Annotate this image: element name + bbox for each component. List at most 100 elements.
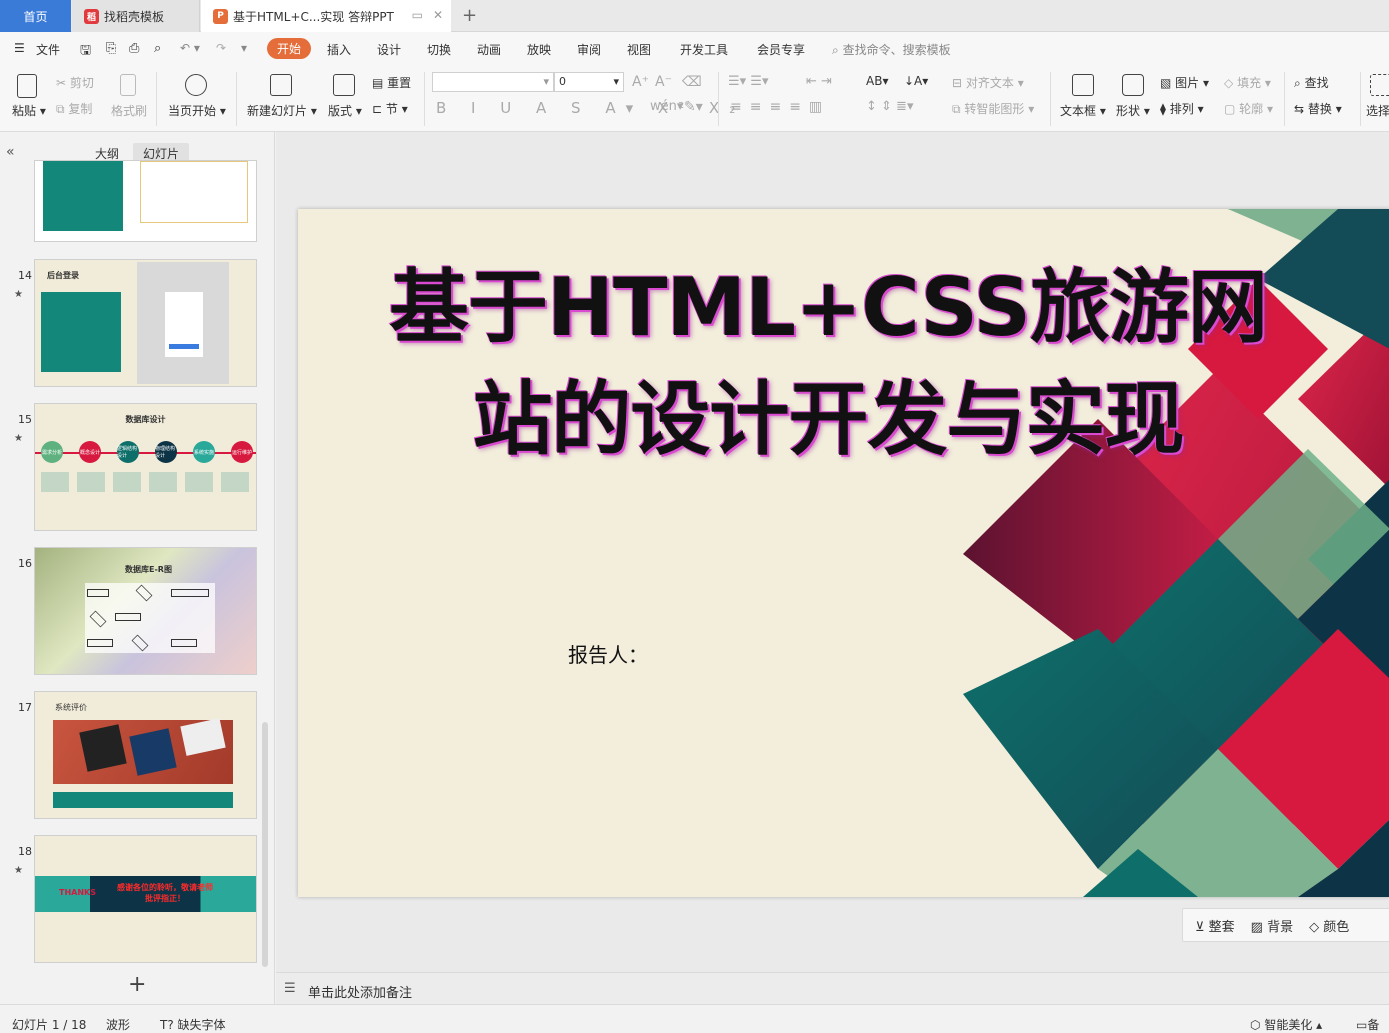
phonetic-icon[interactable]: wén▾ [650, 99, 683, 114]
cut-button[interactable]: ✂ 剪切 [56, 74, 94, 91]
ppt-icon: P [213, 8, 228, 24]
monitor-icon[interactable]: ▭ [412, 8, 423, 22]
reset-button[interactable]: ▤ 重置 [372, 74, 411, 91]
highlight-icon[interactable]: ✎▾ [684, 99, 703, 115]
background-label: 背景 [1267, 919, 1294, 935]
slide-title-line-1[interactable]: 基于HTML+CSS旅游网 [298, 243, 1358, 359]
missing-font-button[interactable]: T? 缺失字体 [160, 1016, 226, 1033]
font-shrink-icon[interactable]: A⁻ [655, 74, 672, 90]
thumbnail-16[interactable]: 16 数据库E-R图 [14, 547, 260, 675]
align-text-button[interactable]: ⊟ 对齐文本 ▾ [952, 74, 1024, 91]
smart-beautify-label: 智能美化 [1264, 1018, 1313, 1032]
star-icon: ★ [14, 865, 23, 876]
menu-view[interactable]: 视图 [627, 41, 651, 58]
new-slide-button[interactable]: 新建幻灯片 ▾ [247, 102, 317, 119]
menu-transition[interactable]: 切换 [427, 41, 451, 58]
format-painter-button[interactable]: 格式刷 [111, 102, 147, 119]
picture-button[interactable]: ▧ 图片 ▾ [1160, 74, 1209, 91]
find-button[interactable]: ⌕ 查找 [1294, 74, 1329, 91]
smart-shape-button[interactable]: ⧉ 转智能图形 ▾ [952, 100, 1034, 117]
thumbnail-13[interactable] [14, 160, 260, 242]
redo-icon[interactable]: ↷ [216, 41, 226, 55]
hamburger-icon[interactable]: ☰ [14, 41, 25, 55]
backup-button[interactable]: ▭备 [1356, 1016, 1379, 1033]
slide-tools: ⊻ 整套 ▨ 背景 ◇ 颜色 [1182, 908, 1389, 942]
preview-icon[interactable]: ⌕ [154, 41, 161, 56]
paragraph-align-buttons[interactable]: ≡≡≡≡▥ [730, 99, 830, 115]
layout-button[interactable]: 版式 ▾ [328, 102, 362, 119]
menu-member[interactable]: 会员专享 [757, 41, 805, 58]
thumbnail-title: 数据库E-R图 [125, 565, 172, 574]
thumbnail-title: 后台登录 [47, 271, 79, 280]
menu-file[interactable]: 文件 [36, 41, 60, 58]
command-search[interactable]: ⌕ 查找命令、搜索模板 [832, 41, 951, 58]
thumbnail-thanks-text: 感谢各位的聆听，敬请老师批评指正！ [117, 883, 213, 903]
paste-button[interactable]: 粘贴 ▾ [12, 102, 46, 119]
sort-icon[interactable]: ↓A▾ [904, 74, 928, 88]
tab-home[interactable]: 首页 [0, 0, 71, 32]
font-size-select[interactable]: 0 ▾ [554, 72, 624, 92]
menu-design[interactable]: 设计 [377, 41, 401, 58]
slide-title-line-2[interactable]: 站的设计开发与实现 [298, 355, 1358, 471]
bullet-list-icon[interactable]: ☰▾ ☰▾ [728, 74, 769, 89]
customize-icon[interactable]: ▾ [241, 41, 247, 55]
outline-button[interactable]: ▢ 轮廓 ▾ [1224, 100, 1273, 117]
tab-document[interactable]: P 基于HTML+C...实现 答辩PPT ▭ ✕ [201, 0, 451, 32]
circle-node: 需求分析 [41, 441, 63, 463]
theme-name[interactable]: 波形 [106, 1016, 130, 1033]
color-button[interactable]: ◇ 颜色 [1309, 916, 1349, 935]
collapse-panel-icon[interactable]: « [6, 144, 15, 160]
undo-icon[interactable]: ↶ ▾ [180, 41, 200, 55]
background-button[interactable]: ▨ 背景 [1251, 916, 1293, 935]
section-button[interactable]: ⊏ 节 ▾ [372, 100, 408, 117]
layout-icon [333, 74, 355, 96]
menu-animation[interactable]: 动画 [477, 41, 501, 58]
fill-icon: ◇ [1224, 76, 1234, 90]
add-slide-button[interactable]: + [128, 972, 146, 997]
current-slide[interactable]: 基于HTML+CSS旅游网 站的设计开发与实现 报告人： [298, 209, 1389, 897]
select-button[interactable]: 选择 [1366, 102, 1389, 119]
from-current-button[interactable]: 当页开始 ▾ [168, 102, 226, 119]
picture-icon: ▧ [1160, 76, 1172, 90]
full-set-button[interactable]: ⊻ 整套 [1195, 916, 1235, 935]
fill-button[interactable]: ◇ 填充 ▾ [1224, 74, 1271, 91]
circle-node: 物理结构设计 [155, 441, 177, 463]
spacing-icons[interactable]: ↕ ⇕ ≣▾ [866, 99, 913, 114]
copy-button[interactable]: ⧉ 复制 [56, 100, 92, 117]
ribbon-divider [718, 72, 719, 126]
print-icon[interactable]: ⎙ [129, 41, 139, 56]
font-grow-icon[interactable]: A⁺ [632, 74, 649, 90]
font-family-select[interactable]: ▾ [432, 72, 554, 92]
text-direction-icon[interactable]: AB▾ [866, 74, 888, 88]
notes-area[interactable]: ☰ 单击此处添加备注 [276, 972, 1389, 1004]
reporter-label[interactable]: 报告人： [568, 639, 648, 668]
export-icon[interactable]: ⎘ [106, 41, 116, 56]
fill-label: 填充 [1237, 76, 1262, 90]
thumbnail-17[interactable]: 17 系统评价 [14, 691, 260, 819]
new-slide-label: 新建幻灯片 [247, 104, 308, 118]
tab-document-label: 基于HTML+C...实现 答辩PPT [233, 9, 394, 24]
menu-bar: ☰ 文件 🖫 ⎘ ⎙ ⌕ ↶ ▾ ↷ ▾ 开始 插入 设计 切换 动画 放映 审… [0, 32, 1389, 66]
menu-review[interactable]: 审阅 [577, 41, 601, 58]
docer-icon: 稻 [84, 8, 99, 24]
indent-icons[interactable]: ⇤ ⇥ [806, 74, 832, 89]
clear-format-icon[interactable]: ⌫ [682, 74, 702, 90]
close-icon[interactable]: ✕ [433, 8, 443, 22]
menu-slideshow[interactable]: 放映 [527, 41, 551, 58]
arrange-button[interactable]: ⧫ 排列 ▾ [1160, 100, 1204, 117]
menu-home[interactable]: 开始 [267, 38, 312, 59]
thumbnail-18[interactable]: 18 ★ THANKS 感谢各位的聆听，敬请老师批评指正！ [14, 835, 260, 963]
replace-button[interactable]: ⇆ 替换 ▾ [1294, 100, 1342, 117]
smart-beautify-button[interactable]: ⬡ 智能美化 ▴ [1250, 1016, 1322, 1033]
text-box-button[interactable]: 文本框 ▾ [1060, 102, 1106, 119]
tab-templates[interactable]: 稻 找稻壳模板 [72, 0, 200, 32]
menu-developer[interactable]: 开发工具 [680, 41, 728, 58]
save-icon[interactable]: 🖫 [80, 41, 91, 63]
thumbnail-14[interactable]: 14 ★ 后台登录 [14, 259, 260, 387]
new-tab-button[interactable]: + [462, 5, 477, 26]
menu-insert[interactable]: 插入 [327, 41, 351, 58]
thumbnail-15[interactable]: 15 ★ 数据库设计 需求分析 概念设计 逻辑结构设计 物理结构设计 系统实施 … [14, 403, 260, 531]
panel-scrollbar[interactable] [262, 722, 268, 967]
arrange-icon: ⧫ [1160, 102, 1166, 116]
shape-button[interactable]: 形状 ▾ [1116, 102, 1150, 119]
